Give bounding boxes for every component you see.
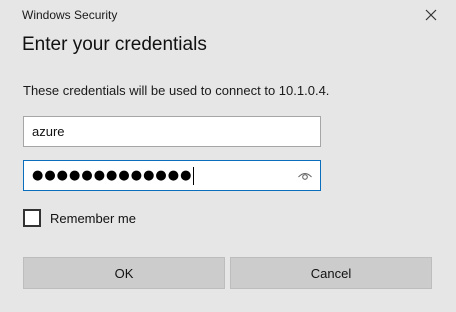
close-button[interactable] xyxy=(420,4,442,26)
text-caret xyxy=(193,166,195,185)
password-masked-value: ●●●●●●●●●●●●● xyxy=(32,168,193,183)
remember-me-checkbox[interactable] xyxy=(23,209,41,227)
remember-me-option[interactable]: Remember me xyxy=(23,209,136,227)
dialog-heading: Enter your credentials xyxy=(22,34,207,55)
credentials-dialog: Windows Security Enter your credentials … xyxy=(0,0,456,312)
password-field[interactable]: ●●●●●●●●●●●●● xyxy=(23,160,321,191)
close-icon xyxy=(425,9,437,21)
remember-me-label: Remember me xyxy=(50,210,136,226)
username-field[interactable]: azure xyxy=(23,116,321,147)
username-value: azure xyxy=(32,124,65,139)
cancel-button[interactable]: Cancel xyxy=(230,257,432,289)
dialog-description: These credentials will be used to connec… xyxy=(23,83,330,98)
window-title: Windows Security xyxy=(22,8,118,22)
ok-button[interactable]: OK xyxy=(23,257,225,289)
eye-icon[interactable] xyxy=(297,168,313,184)
